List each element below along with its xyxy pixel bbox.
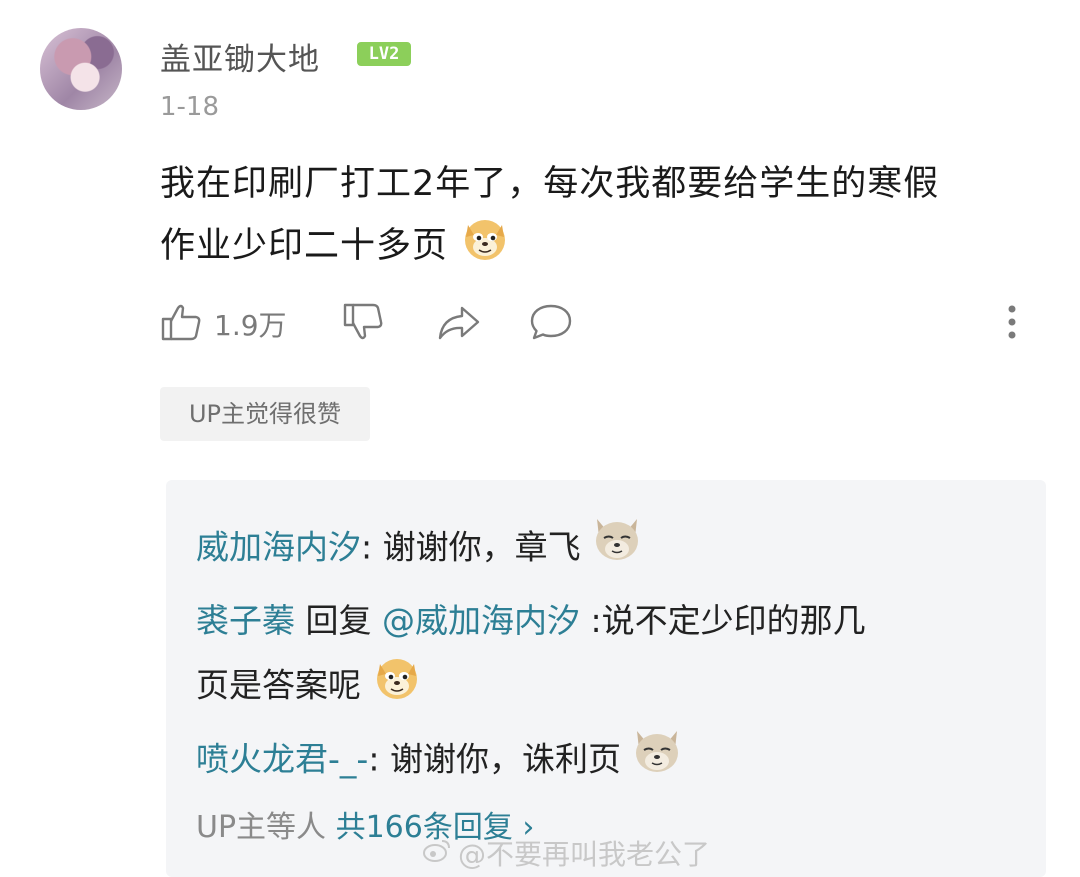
reply-text-line1: :说不定少印的那几 (579, 601, 866, 640)
like-button[interactable]: 1.9万 (160, 300, 287, 348)
reply-item[interactable]: 喷火龙君-_-: 谢谢你，诛利页 (196, 727, 1016, 795)
reply-username[interactable]: 威加海内汐 (196, 528, 361, 567)
reply-username[interactable]: 裘子蓁 (196, 601, 295, 640)
comment-text-line2: 作业少印二十多页 (160, 226, 449, 266)
reply-item[interactable]: 裘子蓁 回复 @威加海内汐 :说不定少印的那几 页是答案呢 (196, 590, 1016, 722)
watermark-text: @不要再叫我老公了 (458, 838, 711, 871)
reply-word: 回复 (295, 601, 382, 640)
wolf-emoji-icon (591, 515, 643, 583)
reply-item[interactable]: 威加海内汐: 谢谢你，章飞 (196, 515, 1016, 583)
reply-text: 谢谢你，诛利页 (389, 739, 621, 779)
share-icon (436, 300, 482, 348)
reply-separator: : (368, 739, 390, 779)
doge-emoji-icon (372, 652, 422, 722)
more-replies-prefix: UP主等人 (196, 810, 336, 845)
share-button[interactable] (436, 300, 482, 348)
comment-button[interactable] (528, 300, 574, 348)
comment-text-line1: 我在印刷厂打工2年了，每次我都要给学生的寒假 (160, 164, 940, 204)
up-liked-tag: UP主觉得很赞 (160, 387, 370, 441)
avatar[interactable] (40, 28, 122, 110)
thumbs-down-icon (342, 300, 386, 348)
chat-bubble-icon (528, 300, 574, 348)
reply-username[interactable]: 喷火龙君-_- (196, 740, 368, 779)
action-bar: 1.9万 (0, 300, 1080, 350)
reply-text-line2: 页是答案呢 (196, 665, 361, 705)
level-badge: LV2 (357, 42, 411, 66)
dislike-button[interactable] (342, 300, 386, 348)
comment-date: 1-18 (160, 92, 220, 122)
reply-separator: : (361, 527, 383, 567)
reply-text: 谢谢你，章飞 (382, 527, 581, 567)
vertical-dots-icon (1006, 304, 1018, 344)
comment-text: 我在印刷厂打工2年了，每次我都要给学生的寒假 作业少印二十多页 (160, 155, 1050, 281)
thumbs-up-icon (160, 300, 204, 348)
weibo-watermark: @不要再叫我老公了 (422, 833, 710, 873)
doge-emoji-icon (460, 213, 510, 281)
comment-username[interactable]: 盖亚锄大地 (160, 34, 320, 79)
reply-mention[interactable]: @威加海内汐 (382, 601, 580, 640)
more-options-button[interactable] (1006, 304, 1018, 344)
wolf-emoji-icon (631, 727, 683, 795)
like-count: 1.9万 (214, 309, 287, 342)
weibo-logo-icon (422, 837, 452, 870)
